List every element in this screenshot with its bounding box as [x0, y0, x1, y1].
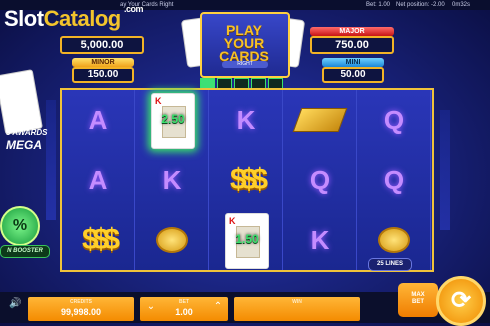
game-subtitle: RIGHT [222, 61, 268, 68]
card-cash-value: 2.50 [161, 112, 185, 126]
max-bet-button[interactable]: MAX BET [398, 283, 438, 317]
card-corner: K [229, 216, 236, 226]
jackpot-major: MAJOR 750.00 [310, 27, 394, 54]
dollar-symbol: $$$ [229, 163, 268, 196]
jackpot-minor-label: MINOR [72, 58, 134, 67]
letter-symbol: A [88, 104, 108, 135]
credits-label: CREDITS [70, 299, 92, 305]
max-bet-line-2: BET [412, 299, 424, 305]
jackpot-major-value: 750.00 [310, 36, 394, 54]
reel: K 2.50 K [136, 90, 209, 270]
bet-readout: Bet: 1.00 [366, 2, 391, 8]
credits-display: CREDITS 99,998.00 [28, 297, 134, 321]
letter-symbol: K [162, 164, 182, 195]
jackpot-minor: MINOR 150.00 [72, 58, 134, 83]
king-card-icon: K 1.50 [225, 213, 269, 269]
bet-decrease-button[interactable]: ⌄ [145, 301, 157, 313]
logo-domain: .com [124, 4, 144, 14]
win-display: WIN [234, 297, 360, 321]
booster-label: N BOOSTER [0, 245, 50, 258]
max-bet-line-1: MAX [411, 292, 425, 298]
slotcatalog-logo: SlotCatalog .com [4, 4, 144, 32]
letter-symbol: K [236, 104, 256, 135]
logo-part-2: Catalog [43, 6, 122, 31]
bet-increase-button[interactable]: ⌃ [212, 301, 224, 313]
speaker-icon[interactable]: 🔊 [9, 298, 21, 309]
letter-symbol: K [310, 224, 330, 255]
credits-value: 99,998.00 [60, 307, 102, 317]
reel: K $$$ K 1.50 [210, 90, 283, 270]
win-label: WIN [292, 299, 302, 305]
letter-symbol: Q [309, 164, 331, 195]
card-corner: K [155, 96, 162, 106]
king-card-icon: K 2.50 [151, 93, 195, 149]
reel: QK [284, 90, 357, 270]
jackpot-mini: MINI 50.00 [322, 58, 384, 83]
booster-button[interactable]: % [0, 206, 40, 246]
cash-card-symbol: K 1.50 [210, 210, 282, 270]
session-timer: 0m32s [452, 2, 471, 8]
jackpot-minor-value: 150.00 [72, 67, 134, 83]
game-title: PLAY YOUR CARDS [200, 23, 288, 63]
awards-line-2: MEGA [6, 138, 42, 152]
jackpot-mini-label: MINI [322, 58, 384, 67]
letter-symbol: A [88, 164, 108, 195]
card-cash-value: 1.50 [235, 232, 259, 246]
bg-light-pillar [46, 100, 56, 220]
jackpot-grand: 5,000.00 [60, 36, 144, 54]
lines-badge: 25 LINES [368, 258, 412, 271]
spin-button[interactable]: ⟳ [436, 276, 486, 326]
net-position-readout: Net position: -2.00 [396, 2, 445, 8]
reel-grid: A A $$$ K 2.50 K K $$$ K 1.50 Q K Q Q [60, 88, 434, 272]
gold-coins-symbol [136, 210, 208, 270]
bg-light-pillar [440, 110, 450, 230]
dollar-symbol: $$$ [81, 223, 120, 256]
jackpot-grand-value: 5,000.00 [60, 36, 144, 54]
jackpot-major-label: MAJOR [310, 27, 394, 36]
coin-stack-icon [378, 227, 410, 253]
cash-card-symbol: K 2.50 [136, 90, 208, 150]
awards-line-1: 5 AWARDS [6, 128, 48, 137]
logo-part-1: Slot [4, 6, 44, 31]
gold-bar-icon [292, 108, 348, 132]
reel: A A $$$ [62, 90, 135, 270]
jackpot-mini-value: 50.00 [322, 67, 384, 83]
gold-bars-symbol [284, 90, 356, 150]
reel: QQ [358, 90, 431, 270]
king-card-icon [0, 69, 43, 135]
coin-stack-icon [156, 227, 188, 253]
letter-symbol: Q [383, 104, 405, 135]
letter-symbol: Q [383, 164, 405, 195]
